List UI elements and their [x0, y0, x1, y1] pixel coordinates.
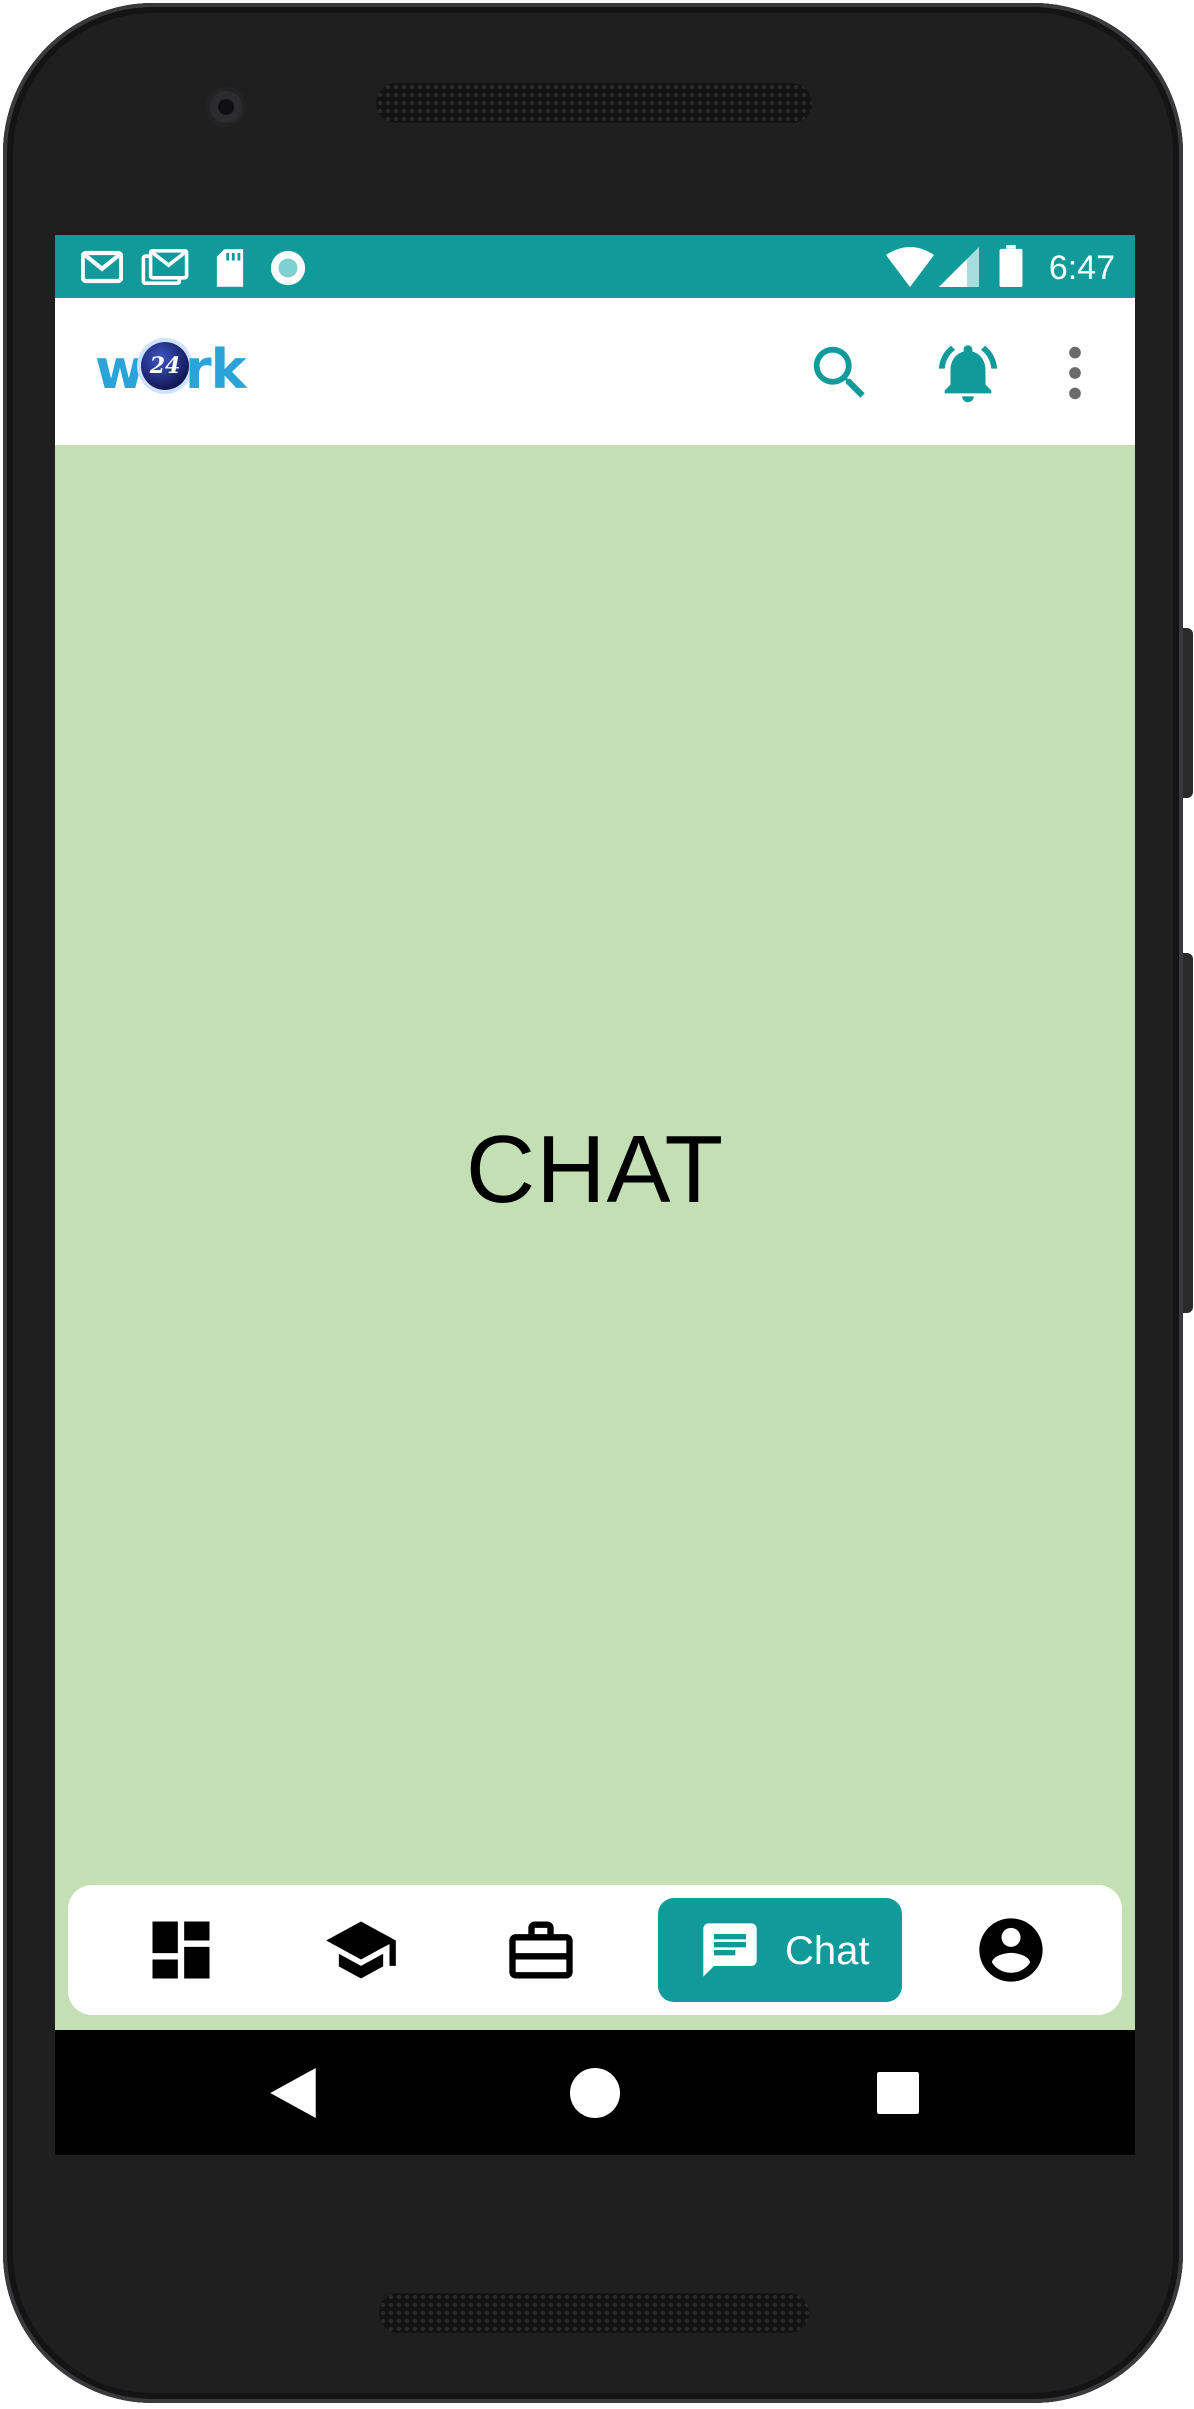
dashboard-icon[interactable]	[143, 1912, 219, 1988]
gmail-icon	[141, 249, 189, 285]
briefcase-icon[interactable]	[503, 1912, 579, 1988]
bottom-navigation: Chat	[68, 1885, 1122, 2015]
logo-text-start: w	[95, 338, 145, 401]
wifi-icon	[886, 247, 934, 287]
bottom-speaker	[379, 2293, 809, 2333]
bell-ring-icon[interactable]	[933, 338, 1003, 408]
system-navigation-bar	[55, 2030, 1135, 2155]
phone-frame: 6:47 w 24 rk CHAT Chat	[3, 3, 1193, 2403]
search-icon[interactable]	[805, 338, 875, 408]
signal-icon	[939, 247, 979, 287]
chat-icon	[703, 1923, 757, 1977]
page-title: CHAT	[465, 1116, 725, 1223]
status-time: 6:47	[1048, 249, 1115, 287]
record-icon	[270, 250, 306, 286]
logo-badge: 24	[141, 342, 189, 390]
front-camera	[206, 87, 246, 127]
power-button	[1183, 628, 1193, 798]
battery-icon	[999, 245, 1023, 287]
app-bar: w 24 rk	[55, 298, 1135, 445]
volume-button	[1183, 953, 1193, 1313]
nav-item-chat-label: Chat	[785, 1929, 870, 1973]
nav-item-chat[interactable]: Chat	[658, 1898, 902, 2002]
home-icon[interactable]	[570, 2068, 620, 2118]
gmail-icon	[81, 250, 123, 284]
more-vert-icon[interactable]	[1040, 338, 1110, 408]
sd-card-icon	[216, 249, 244, 287]
app-logo[interactable]: w 24 rk	[95, 334, 255, 404]
top-speaker	[376, 83, 812, 123]
logo-text-end: rk	[185, 338, 247, 401]
back-icon[interactable]	[270, 2068, 316, 2118]
graduation-cap-icon[interactable]	[323, 1912, 399, 1988]
screen: 6:47 w 24 rk CHAT Chat	[55, 235, 1135, 2155]
account-circle-icon[interactable]	[973, 1912, 1049, 1988]
recents-icon[interactable]	[877, 2072, 919, 2114]
status-bar: 6:47	[55, 235, 1135, 298]
